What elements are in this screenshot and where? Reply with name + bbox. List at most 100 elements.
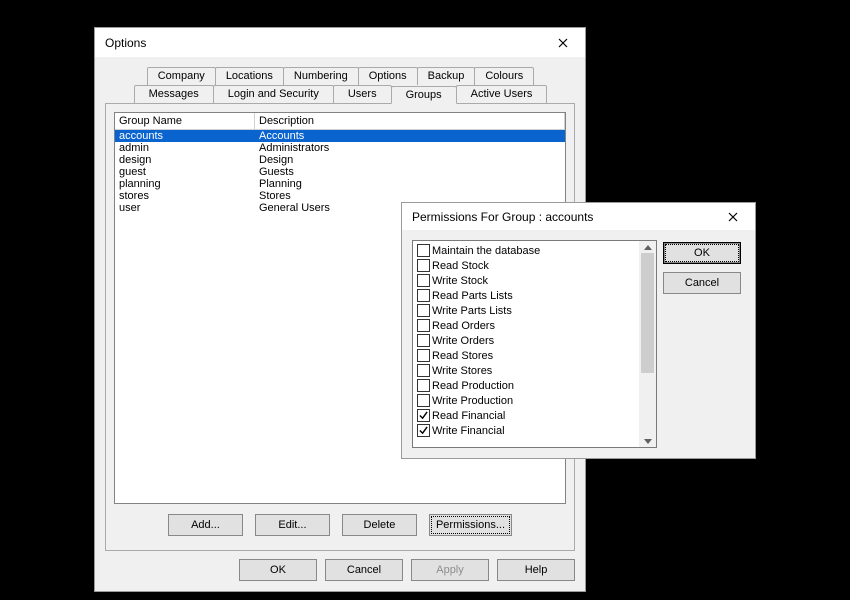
- permission-label: Read Production: [432, 380, 514, 392]
- tab-users[interactable]: Users: [333, 85, 392, 103]
- tab-backup[interactable]: Backup: [417, 67, 476, 85]
- checkbox[interactable]: [417, 304, 430, 317]
- permissions-items: Maintain the databaseRead StockWrite Sto…: [413, 243, 656, 438]
- permission-label: Write Financial: [432, 425, 505, 437]
- permission-label: Read Financial: [432, 410, 505, 422]
- permissions-buttons-col: OK Cancel: [663, 240, 741, 448]
- options-title: Options: [105, 36, 543, 50]
- permission-label: Read Stores: [432, 350, 493, 362]
- permissions-listbox[interactable]: Maintain the databaseRead StockWrite Sto…: [412, 240, 657, 448]
- checkbox[interactable]: [417, 289, 430, 302]
- table-row[interactable]: accountsAccounts: [115, 130, 565, 142]
- checkbox[interactable]: [417, 334, 430, 347]
- permission-item[interactable]: Read Production: [415, 378, 656, 393]
- group-buttons-row: Add... Edit... Delete Permissions...: [114, 504, 566, 542]
- checkbox[interactable]: [417, 319, 430, 332]
- tab-login-and-security[interactable]: Login and Security: [213, 85, 334, 103]
- permissions-title: Permissions For Group : accounts: [412, 210, 713, 224]
- cell-group-name: accounts: [115, 130, 255, 142]
- tab-locations[interactable]: Locations: [215, 67, 284, 85]
- permission-item[interactable]: Maintain the database: [415, 243, 656, 258]
- permission-item[interactable]: Write Production: [415, 393, 656, 408]
- checkbox[interactable]: [417, 274, 430, 287]
- close-icon[interactable]: [543, 31, 583, 55]
- permission-label: Maintain the database: [432, 245, 540, 257]
- column-description[interactable]: Description: [255, 113, 565, 130]
- permissions-body: Maintain the databaseRead StockWrite Sto…: [402, 230, 755, 458]
- tab-active-users[interactable]: Active Users: [456, 85, 548, 103]
- permission-item[interactable]: Read Orders: [415, 318, 656, 333]
- permissions-button[interactable]: Permissions...: [429, 514, 512, 536]
- table-row[interactable]: designDesign: [115, 154, 565, 166]
- tab-label: Locations: [226, 70, 273, 82]
- tab-options[interactable]: Options: [358, 67, 418, 85]
- scroll-up-icon[interactable]: [639, 241, 656, 253]
- cell-group-name: admin: [115, 142, 255, 154]
- permission-item[interactable]: Write Parts Lists: [415, 303, 656, 318]
- permission-item[interactable]: Read Stock: [415, 258, 656, 273]
- help-button[interactable]: Help: [497, 559, 575, 581]
- cancel-button[interactable]: Cancel: [325, 559, 403, 581]
- permission-item[interactable]: Write Stores: [415, 363, 656, 378]
- tab-label: Options: [369, 70, 407, 82]
- cell-description: Accounts: [255, 130, 565, 142]
- permission-label: Read Parts Lists: [432, 290, 513, 302]
- edit-button[interactable]: Edit...: [255, 514, 330, 536]
- table-row[interactable]: adminAdministrators: [115, 142, 565, 154]
- permission-label: Read Stock: [432, 260, 489, 272]
- checkbox[interactable]: [417, 379, 430, 392]
- permission-item[interactable]: Write Orders: [415, 333, 656, 348]
- apply-button[interactable]: Apply: [411, 559, 489, 581]
- tab-messages[interactable]: Messages: [134, 85, 214, 103]
- permission-label: Read Orders: [432, 320, 495, 332]
- cell-group-name: design: [115, 154, 255, 166]
- tab-numbering[interactable]: Numbering: [283, 67, 359, 85]
- tab-label: Active Users: [471, 88, 533, 100]
- table-row[interactable]: guestGuests: [115, 166, 565, 178]
- tab-label: Groups: [406, 89, 442, 101]
- permission-item[interactable]: Write Financial: [415, 423, 656, 438]
- tab-company[interactable]: Company: [147, 67, 216, 85]
- tab-label: Colours: [485, 70, 523, 82]
- cell-group-name: guest: [115, 166, 255, 178]
- checkbox[interactable]: [417, 394, 430, 407]
- permission-item[interactable]: Read Parts Lists: [415, 288, 656, 303]
- tab-groups[interactable]: Groups: [391, 86, 457, 104]
- cell-group-name: stores: [115, 190, 255, 202]
- cell-description: Design: [255, 154, 565, 166]
- tab-label: Users: [348, 88, 377, 100]
- listview-header: Group Name Description: [115, 113, 565, 130]
- checkbox[interactable]: [417, 424, 430, 437]
- options-titlebar: Options: [95, 28, 585, 57]
- checkbox[interactable]: [417, 244, 430, 257]
- dialog-buttons-row: OK Cancel Apply Help: [95, 551, 585, 591]
- cell-description: Guests: [255, 166, 565, 178]
- perm-ok-button[interactable]: OK: [663, 242, 741, 264]
- column-group-name[interactable]: Group Name: [115, 113, 255, 130]
- permission-label: Write Stores: [432, 365, 492, 377]
- add-button[interactable]: Add...: [168, 514, 243, 536]
- delete-button[interactable]: Delete: [342, 514, 417, 536]
- perm-cancel-button[interactable]: Cancel: [663, 272, 741, 294]
- ok-button[interactable]: OK: [239, 559, 317, 581]
- permission-item[interactable]: Read Financial: [415, 408, 656, 423]
- checkbox[interactable]: [417, 409, 430, 422]
- table-row[interactable]: storesStores: [115, 190, 565, 202]
- checkbox[interactable]: [417, 259, 430, 272]
- tab-colours[interactable]: Colours: [474, 67, 534, 85]
- table-row[interactable]: planningPlanning: [115, 178, 565, 190]
- close-icon[interactable]: [713, 205, 753, 229]
- permission-item[interactable]: Write Stock: [415, 273, 656, 288]
- scroll-thumb[interactable]: [641, 253, 654, 373]
- scroll-track[interactable]: [639, 253, 656, 435]
- permission-item[interactable]: Read Stores: [415, 348, 656, 363]
- scroll-down-icon[interactable]: [639, 435, 656, 447]
- tabs-row-2: MessagesLogin and Security Users Groups Act…: [95, 85, 585, 103]
- checkbox[interactable]: [417, 364, 430, 377]
- tab-label: Numbering: [294, 70, 348, 82]
- checkbox[interactable]: [417, 349, 430, 362]
- permissions-dialog: Permissions For Group : accounts Maintai…: [401, 202, 756, 459]
- permission-label: Write Orders: [432, 335, 494, 347]
- scrollbar[interactable]: [639, 241, 656, 447]
- tabs-row-1: Company Locations Numbering Options Backup Co…: [95, 67, 585, 85]
